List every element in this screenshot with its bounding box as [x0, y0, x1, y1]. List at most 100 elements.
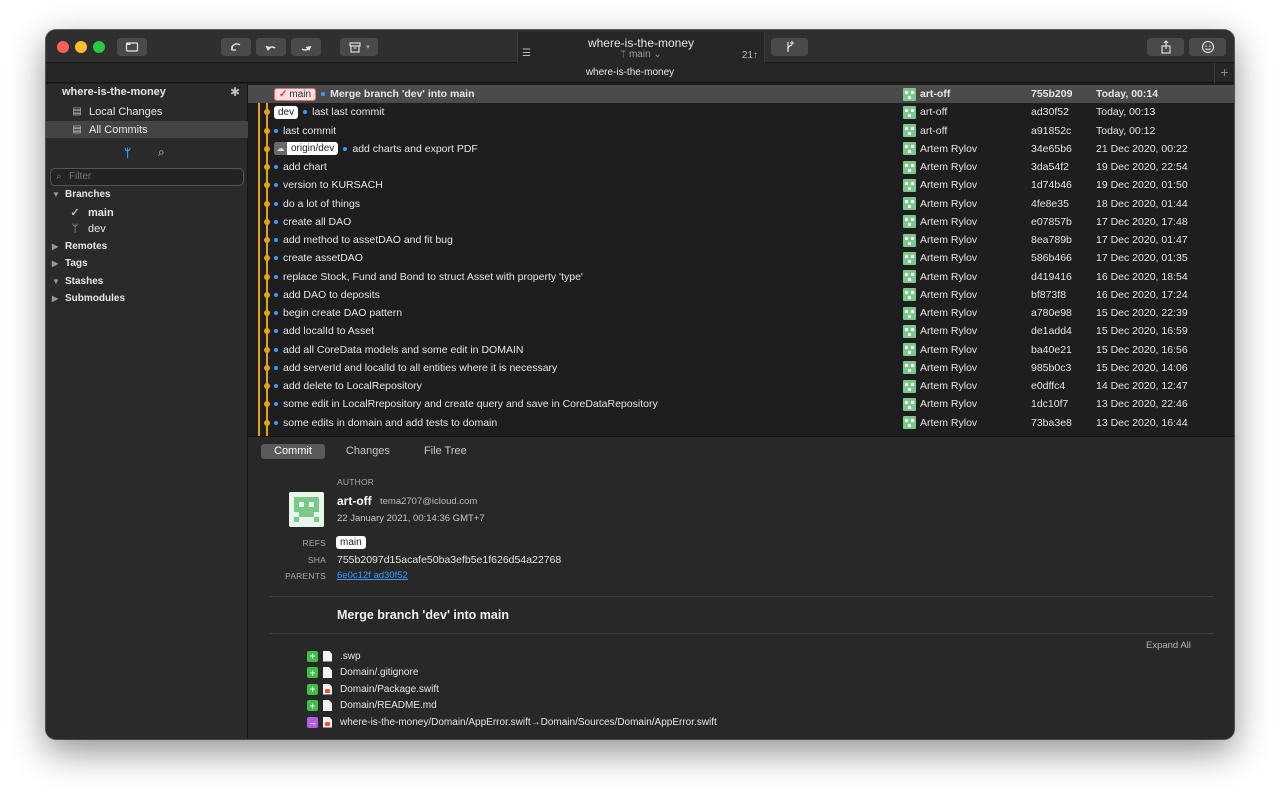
commit-row[interactable]: create assetDAO Artem Rylov 586b466 17 Dec … [248, 249, 1234, 267]
toggle-sidebar-button[interactable] [117, 38, 147, 56]
tab-bar: where-is-the-money + [46, 63, 1234, 83]
tab-file-tree[interactable]: File Tree [411, 444, 480, 459]
new-tab-button[interactable]: + [1214, 63, 1234, 83]
graph-commit-node [264, 218, 270, 225]
commit-date: 15 Dec 2020, 16:56 [1096, 343, 1188, 356]
commit-row[interactable]: ☁ origin/dev add charts and export PDF Arte… [248, 140, 1234, 158]
sidebar-item-local-changes[interactable]: ▤ Local Changes [46, 103, 248, 120]
push-button[interactable] [291, 38, 321, 56]
commit-row[interactable]: begin create DAO pattern Artem Rylov a780e… [248, 304, 1234, 322]
share-button[interactable] [1147, 38, 1184, 56]
commit-row[interactable]: add localId to Asset Artem Rylov de1add4 15… [248, 322, 1234, 340]
changed-file-row[interactable]: + Domain/.gitignore [307, 665, 418, 681]
changed-file-row[interactable]: + Domain/Package.swift [307, 681, 439, 697]
sidebar-item-all-commits[interactable]: ▤ All Commits [46, 121, 248, 138]
ref-badge[interactable]: main [336, 536, 366, 549]
commit-author-cell: art-off [903, 122, 947, 140]
commit-dot-icon [303, 110, 308, 115]
ref-badge-main[interactable]: ✓ main [274, 87, 317, 101]
commit-message: add method to assetDAO and fit bug [283, 234, 453, 246]
commit-sha: de1add4 [1031, 325, 1072, 338]
graph-commit-node [264, 346, 270, 353]
avatar [289, 492, 324, 527]
ref-badge-remote[interactable]: ☁ origin/dev [274, 142, 339, 156]
branch-button[interactable] [771, 38, 808, 56]
close-window-button[interactable] [57, 41, 69, 53]
tab-commit[interactable]: Commit [261, 444, 325, 459]
changed-file-row[interactable]: → where-is-the-money/Domain/AppError.swif… [307, 714, 717, 730]
author-avatar-icon [903, 197, 916, 210]
fetch-button[interactable] [221, 38, 251, 56]
minimize-window-button[interactable] [75, 41, 87, 53]
changed-file-row[interactable]: + Domain/README.md [307, 698, 437, 714]
commit-message-cell: create all DAO [274, 213, 351, 231]
commit-date: 18 Dec 2020, 01:44 [1096, 197, 1188, 210]
expand-all-button[interactable]: Expand All [1146, 640, 1191, 651]
commit-row[interactable]: replace Stock, Fund and Bond to struct A… [248, 268, 1234, 286]
sidebar-branch-dev[interactable]: ᛘ dev [68, 223, 106, 235]
commit-row[interactable]: add all CoreData models and some edit in… [248, 341, 1234, 359]
stash-button[interactable]: ▾ [340, 38, 378, 56]
commit-author: Artem Rylov [920, 142, 978, 155]
commit-date: 15 Dec 2020, 16:59 [1096, 325, 1188, 338]
renamed-status-icon: → [307, 716, 318, 728]
tab-changes[interactable]: Changes [333, 444, 403, 459]
added-status-icon: + [307, 650, 318, 662]
commit-row[interactable]: add method to assetDAO and fit bug Artem … [248, 231, 1234, 249]
commit-row[interactable]: last commit art-off a91852c Today, 00:12 [248, 122, 1234, 140]
commit-sha: 34e65b6 [1031, 142, 1072, 155]
commit-date: 13 Dec 2020, 22:46 [1096, 398, 1188, 411]
section-remotes[interactable]: ▶ Remotes [52, 241, 107, 252]
repository-title-box[interactable]: ☰ where-is-the-money ᛘ main ⌄ 21↑ [517, 32, 765, 63]
section-submodules[interactable]: ▶ Submodules [52, 293, 125, 304]
commit-row[interactable]: some edit in LocalRrepository and create… [248, 395, 1234, 413]
parents-links: 6e0c12f ad30f52 [337, 570, 408, 581]
commit-row[interactable]: add DAO to deposits Artem Rylov bf873f8 16 … [248, 286, 1234, 304]
pull-button[interactable] [256, 38, 286, 56]
search-icon[interactable]: ⌕ [158, 145, 165, 160]
tab-repository[interactable]: where-is-the-money [46, 67, 1214, 78]
section-branches[interactable]: ▼ Branches [52, 189, 111, 200]
commit-sha[interactable]: 755b2097d15acafe50ba3efb5e1f626d54a22768 [337, 554, 561, 566]
commit-row[interactable]: version to KURSACH Artem Rylov 1d74b46 19 D… [248, 176, 1234, 194]
commit-message: create all DAO [283, 215, 352, 228]
commit-message-cell: add chart [274, 158, 327, 176]
feedback-button[interactable] [1189, 38, 1226, 56]
commit-row[interactable]: some edits in domain and add tests to do… [248, 414, 1234, 432]
branch-filter-icon[interactable]: ᛘ [124, 146, 131, 160]
filter-input[interactable]: ⌕ Filter [50, 168, 244, 186]
commit-row[interactable]: do a lot of things Artem Rylov 4fe8e35 18 D… [248, 195, 1234, 213]
commit-row[interactable]: dev last last commit art-off ad30f52 Today, … [248, 103, 1234, 121]
commit-author: Artem Rylov [920, 380, 978, 392]
commit-row[interactable]: ✓ main Merge branch 'dev' into main art-off… [248, 85, 1234, 103]
graph-commit-node [264, 182, 270, 189]
commit-date: 17 Dec 2020, 01:35 [1096, 252, 1188, 265]
commit-date: Today, 00:13 [1096, 106, 1156, 119]
file-icon [323, 700, 332, 711]
commit-row[interactable]: add delete to LocalRepository Artem Rylov… [248, 377, 1234, 395]
parent-link[interactable]: ad30f52 [373, 570, 407, 581]
commit-author: Artem Rylov [920, 179, 978, 192]
sidebar-branch-main[interactable]: ✓ main [68, 206, 113, 220]
commit-message: some edit in LocalRrepository and create… [283, 398, 658, 411]
section-label: Tags [65, 258, 88, 269]
commit-row[interactable]: create all DAO Artem Rylov e07857b 17 Dec 2… [248, 213, 1234, 231]
section-tags[interactable]: ▶ Tags [52, 258, 88, 269]
graph-commit-node [264, 364, 270, 371]
commit-list[interactable]: ✓ main Merge branch 'dev' into main art-off… [248, 84, 1234, 436]
commit-message: add chart [283, 161, 327, 173]
current-branch-selector[interactable]: ᛘ main ⌄ [518, 49, 764, 60]
commit-row[interactable]: add chart Artem Rylov 3da54f2 19 Dec 2020, … [248, 158, 1234, 176]
current-branch-label: main [628, 49, 651, 60]
ref-badge-branch[interactable]: dev [274, 105, 299, 119]
commit-message-cell: add all CoreData models and some edit in… [274, 341, 523, 359]
gear-icon[interactable]: ✱ [230, 85, 240, 99]
parent-link[interactable]: 6e0c12f [337, 570, 371, 581]
section-stashes[interactable]: ▼ Stashes [52, 276, 103, 287]
file-path: Domain/README.md [340, 700, 437, 711]
commit-message-cell: dev last last commit [274, 103, 384, 121]
changed-file-row[interactable]: + .swp [307, 648, 361, 664]
maximize-window-button[interactable] [93, 41, 105, 53]
commit-row[interactable]: add serverId and localId to all entities… [248, 359, 1234, 377]
commit-message: add serverId and localId to all entities… [283, 361, 558, 374]
